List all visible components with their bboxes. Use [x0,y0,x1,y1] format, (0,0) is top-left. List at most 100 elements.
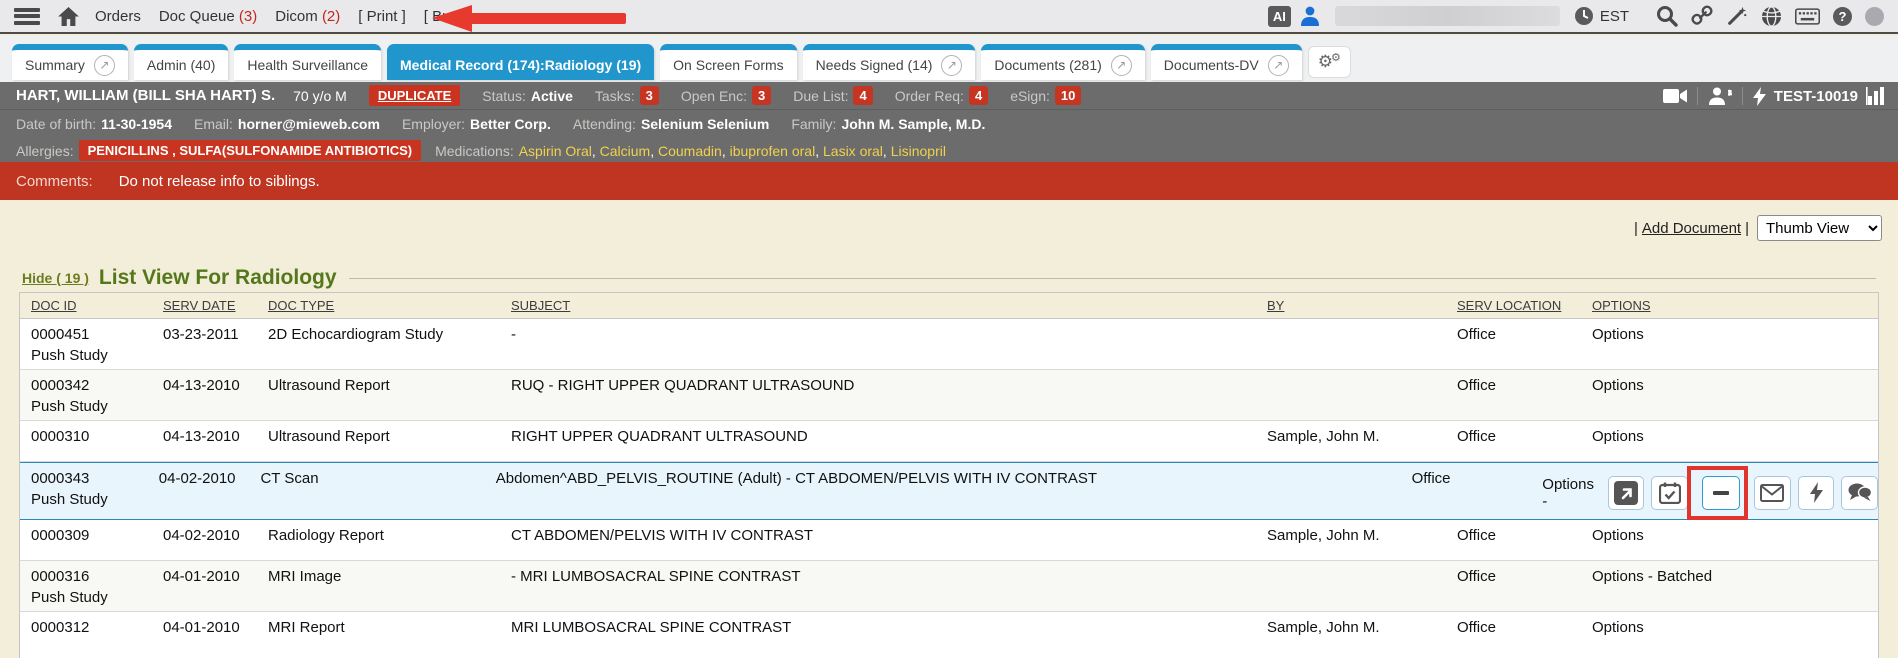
tab-needs-signed[interactable]: Needs Signed (14)↗ [803,44,976,80]
add-document-link[interactable]: Add Document [1642,220,1741,237]
tasks-count-badge[interactable]: 3 [640,86,659,105]
email-label: Email: [194,116,233,132]
hamburger-menu-icon[interactable] [14,8,40,25]
dob-label: Date of birth: [16,116,96,132]
home-icon[interactable] [58,7,79,26]
cell-doc-id: 0000451Push Study [31,326,163,369]
clock-icon[interactable] [1574,6,1594,26]
pipe: | [1745,220,1749,237]
cell-serv-date: 04-13-2010 [163,428,268,461]
cell-subject: CT ABDOMEN/PELVIS WITH IV CONTRAST [511,527,1267,560]
patient-banner: HART, WILLIAM (BILL SHA HART) S. 70 y/o … [0,82,1898,162]
tab-on-screen-forms[interactable]: On Screen Forms [660,44,796,80]
options-link[interactable]: Options [1592,527,1644,544]
external-link-icon[interactable]: ↗ [941,55,962,76]
due-list-count-badge[interactable]: 4 [853,86,872,105]
quick-action-button[interactable] [1798,476,1835,510]
table-row[interactable]: 0000342Push Study04-13-2010Ultrasound Re… [20,370,1878,421]
top-navigation-bar: Orders Doc Queue (3) Dicom (2) [ Print ]… [0,0,1898,34]
table-row[interactable]: 000031004-13-2010Ultrasound ReportRIGHT … [20,421,1878,462]
external-link-icon[interactable]: ↗ [1268,55,1289,76]
chart-tab-bar: Summary↗ Admin (40) Health Surveillance … [0,36,1898,82]
email-value[interactable]: horner@mieweb.com [238,116,380,132]
nav-dicom[interactable]: Dicom (2) [275,8,340,25]
video-camera-icon[interactable] [1663,88,1687,104]
email-button[interactable] [1754,476,1791,510]
cell-serv-date: 04-01-2010 [163,619,268,658]
table-row[interactable]: 0000451Push Study03-23-20112D Echocardio… [20,319,1878,370]
medication-link[interactable]: ibuprofen oral [730,143,816,159]
tab-health-surveillance[interactable]: Health Surveillance [234,44,381,80]
hide-list-link[interactable]: Hide ( 19 ) [22,270,89,286]
table-row[interactable]: 0000343Push Study04-02-2010CT ScanAbdome… [20,462,1878,520]
comments-button[interactable] [1841,476,1878,510]
bar-chart-icon[interactable] [1866,87,1886,105]
globe-icon[interactable] [1761,6,1782,27]
cell-serv-location: Office [1457,568,1592,611]
search-icon[interactable] [1656,5,1678,27]
medication-link[interactable]: Lisinopril [891,143,946,159]
help-icon[interactable]: ? [1833,7,1852,26]
options-link[interactable]: Options [1592,326,1644,343]
envelope-icon [1760,484,1784,502]
col-doc-id[interactable]: DOC ID [31,298,77,313]
nav-orders[interactable]: Orders [95,8,141,25]
nav-doc-queue[interactable]: Doc Queue (3) [159,8,257,25]
external-link-icon[interactable]: ↗ [94,55,115,76]
avatar-placeholder[interactable] [1865,7,1884,26]
tab-summary[interactable]: Summary↗ [12,44,128,80]
open-enc-count-badge[interactable]: 3 [752,86,771,105]
lightning-icon[interactable] [1753,87,1766,106]
medication-link[interactable]: Calcium [600,143,651,159]
list-title: List View For Radiology [99,266,337,290]
keyboard-icon[interactable] [1795,8,1820,25]
medication-link[interactable]: Aspirin Oral [519,143,592,159]
col-by[interactable]: BY [1267,298,1284,313]
burn-button[interactable]: [ Burn ] [424,8,472,25]
medication-link[interactable]: Coumadin [658,143,722,159]
wand-icon[interactable] [1726,5,1748,27]
tab-settings-gears-icon[interactable]: ⚙⚙ [1308,46,1351,78]
add-person-icon[interactable] [1708,87,1732,105]
col-subject[interactable]: SUBJECT [511,298,570,313]
tab-admin[interactable]: Admin (40) [134,44,228,80]
allergies-badge[interactable]: PENICILLINS , SULFA(SULFONAMIDE ANTIBIOT… [79,140,422,161]
ai-badge[interactable]: AI [1268,6,1291,27]
cell-subject: RIGHT UPPER QUADRANT ULTRASOUND [511,428,1267,461]
cell-serv-date: 04-02-2010 [159,470,261,519]
remove-button[interactable] [1702,476,1740,510]
col-doc-type[interactable]: DOC TYPE [268,298,334,313]
attending-value: Selenium Selenium [641,116,769,132]
table-body: 0000451Push Study03-23-20112D Echocardio… [20,319,1878,658]
allergies-label: Allergies: [16,143,74,159]
options-link[interactable]: Options - Batched [1592,568,1712,585]
order-req-count-badge[interactable]: 4 [969,86,988,105]
redacted-username [1335,6,1560,26]
view-mode-select[interactable]: Thumb View [1757,215,1882,241]
cell-serv-location: Office [1457,527,1592,560]
esign-count-badge[interactable]: 10 [1055,86,1081,105]
col-serv-location[interactable]: SERV LOCATION [1457,298,1561,313]
options-link[interactable]: Options [1592,377,1644,394]
cell-by: Sample, John M. [1267,527,1457,560]
user-icon[interactable] [1301,6,1319,26]
tab-medical-record-radiology[interactable]: Medical Record (174):Radiology (19) [387,44,654,80]
col-serv-date[interactable]: SERV DATE [163,298,235,313]
medication-link[interactable]: Lasix oral [823,143,883,159]
table-row[interactable]: 000031204-01-2010MRI ReportMRI LUMBOSACR… [20,612,1878,658]
print-button[interactable]: [ Print ] [358,8,406,25]
open-document-button[interactable] [1608,476,1645,510]
link-icon[interactable] [1691,5,1713,27]
external-link-icon[interactable]: ↗ [1111,55,1132,76]
table-row[interactable]: 000030904-02-2010Radiology ReportCT ABDO… [20,520,1878,561]
options-link[interactable]: Options - [1542,476,1601,510]
schedule-button[interactable] [1651,476,1688,510]
title-rule [349,278,1876,279]
options-link[interactable]: Options [1592,619,1644,636]
tab-documents[interactable]: Documents (281)↗ [981,44,1144,80]
options-link[interactable]: Options [1592,428,1644,445]
tab-documents-dv[interactable]: Documents-DV↗ [1151,44,1302,80]
duplicate-badge[interactable]: DUPLICATE [369,85,460,106]
table-row[interactable]: 0000316Push Study04-01-2010MRI Image- MR… [20,561,1878,612]
col-options[interactable]: OPTIONS [1592,298,1651,313]
